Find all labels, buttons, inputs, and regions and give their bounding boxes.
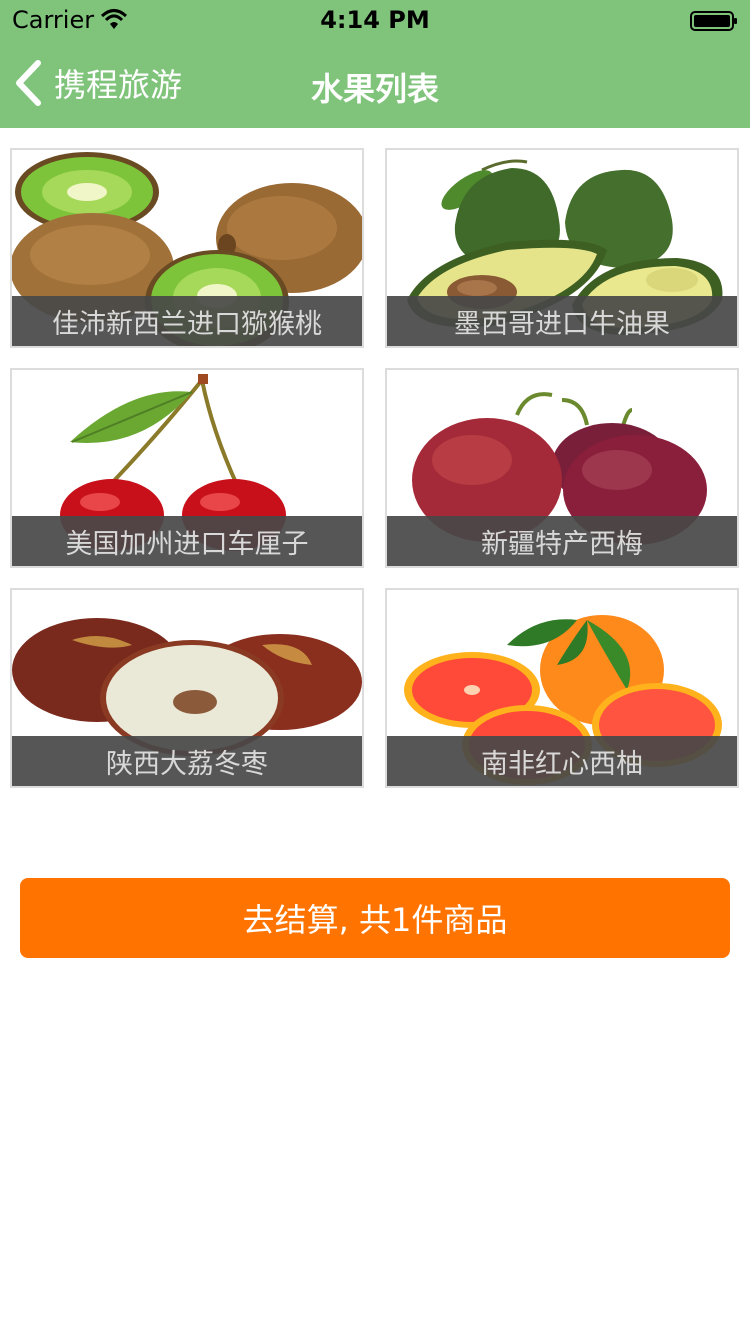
product-name: 新疆特产西梅 xyxy=(387,516,737,566)
product-card-jujube[interactable]: 陕西大荔冬枣 xyxy=(10,588,364,788)
product-name: 佳沛新西兰进口猕猴桃 xyxy=(12,296,362,346)
product-card-grapefruit[interactable]: 南非红心西柚 xyxy=(385,588,739,788)
status-time: 4:14 PM xyxy=(320,6,430,34)
page-title: 水果列表 xyxy=(310,70,439,108)
product-name: 南非红心西柚 xyxy=(387,736,737,786)
product-card-kiwi[interactable]: 佳沛新西兰进口猕猴桃 xyxy=(10,148,364,348)
product-name: 陕西大荔冬枣 xyxy=(12,736,362,786)
battery-icon xyxy=(690,11,737,31)
status-bar: Carrier 4:14 PM xyxy=(0,0,750,40)
product-name: 墨西哥进口牛油果 xyxy=(387,296,737,346)
product-card-cherry[interactable]: 美国加州进口车厘子 xyxy=(10,368,364,568)
navigation-bar: Carrier 4:14 PM 携程旅游 水果列表 xyxy=(0,0,750,128)
product-card-plum[interactable]: 新疆特产西梅 xyxy=(385,368,739,568)
product-name: 美国加州进口车厘子 xyxy=(12,516,362,566)
checkout-button[interactable]: 去结算, 共1件商品 xyxy=(20,878,730,958)
product-card-avocado[interactable]: 墨西哥进口牛油果 xyxy=(385,148,739,348)
